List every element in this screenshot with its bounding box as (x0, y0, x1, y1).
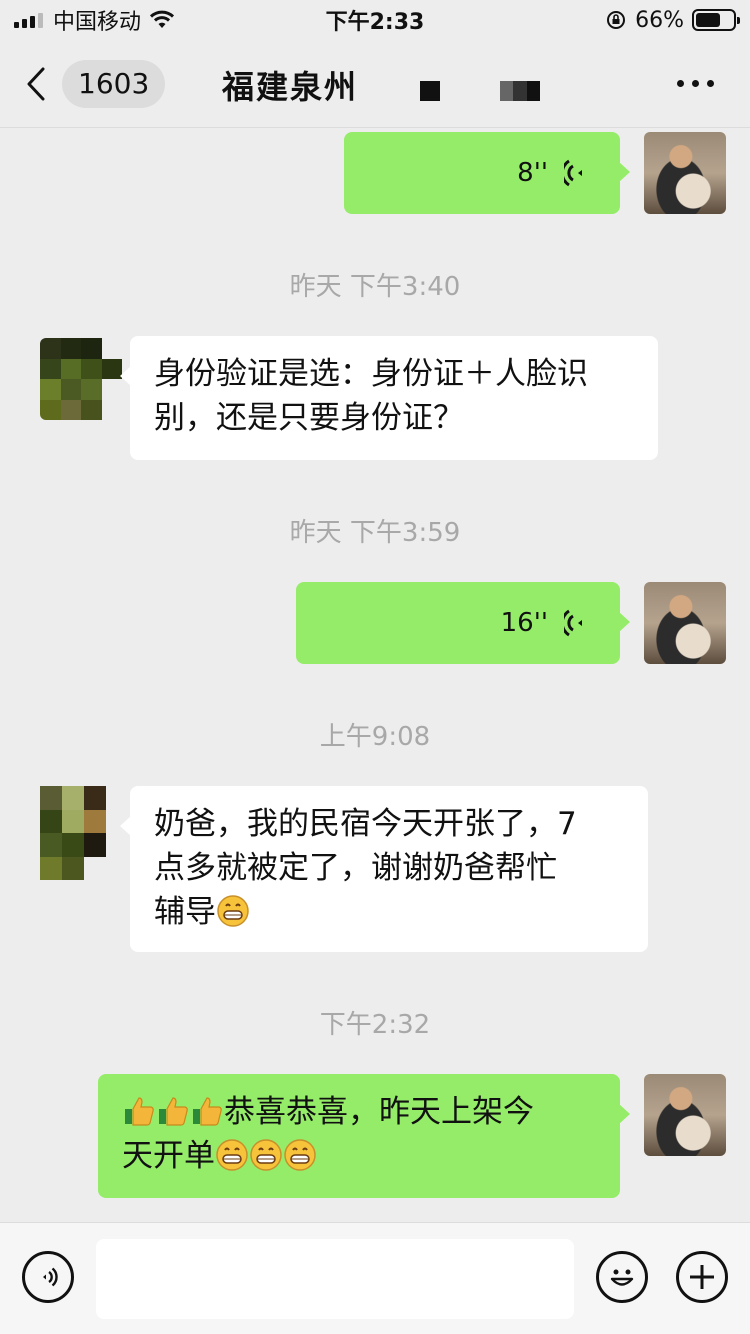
text-message[interactable]: 身份验证是选：身份证＋人脸识 别，还是只要身份证？ (120, 336, 658, 460)
unread-count-badge[interactable]: 1603 (62, 59, 166, 108)
message-line: 点多就被定了，谢谢奶爸帮忙 (154, 850, 557, 886)
input-toolbar (0, 1222, 750, 1334)
message-line: 天开单 (122, 1138, 215, 1174)
back-button[interactable] (26, 64, 62, 104)
status-bar: 中国移动 下午2:33 66% (0, 0, 750, 40)
status-time: 下午2:33 (325, 10, 425, 35)
voice-message[interactable]: 16'' (296, 582, 630, 664)
redacted-block (420, 81, 440, 101)
voice-wave-icon (564, 609, 582, 637)
voice-wave-icon (564, 159, 582, 187)
message-timestamp: 上午9:08 (319, 722, 431, 752)
message-timestamp: 下午2:32 (319, 1010, 431, 1040)
thumbs-up-emoji-icon (125, 1097, 154, 1126)
pixelated-avatar-image (40, 786, 106, 880)
thumbs-up-emoji-icon (159, 1097, 188, 1126)
thumbs-up-emoji-icon (193, 1097, 222, 1126)
grin-emoji-icon (217, 895, 249, 927)
voice-duration: 8'' (517, 158, 548, 188)
text-message[interactable]: 奶爸，我的民宿今天开张了，7 点多就被定了，谢谢奶爸帮忙 辅导 (120, 786, 648, 952)
grin-emoji-icon (284, 1139, 316, 1171)
voice-duration: 16'' (500, 608, 548, 638)
message-input[interactable] (96, 1239, 574, 1319)
my-avatar[interactable] (644, 582, 726, 664)
text-message[interactable]: 恭喜恭喜，昨天上架今 天开单 (98, 1074, 630, 1198)
pixelated-avatar-image (40, 338, 122, 420)
emoji-button[interactable] (596, 1251, 648, 1303)
redacted-block (500, 81, 540, 101)
grin-emoji-icon (216, 1139, 248, 1171)
message-timestamp: 昨天 下午3:59 (289, 518, 461, 548)
voice-message[interactable]: 8'' (344, 132, 630, 214)
message-timestamp: 昨天 下午3:40 (289, 272, 461, 302)
my-avatar[interactable] (644, 132, 726, 214)
battery-icon (692, 9, 740, 31)
chevron-left-icon (27, 67, 45, 100)
more-options-button[interactable] (677, 80, 714, 87)
grin-emoji-icon (250, 1139, 282, 1171)
plus-icon (690, 1265, 714, 1289)
add-button[interactable] (676, 1251, 728, 1303)
chat-title: 福建泉州 (222, 68, 359, 106)
chat-header: 1603 福建泉州 (0, 40, 750, 128)
message-line: 恭喜恭喜，昨天上架今 (224, 1094, 534, 1130)
message-line: 奶爸，我的民宿今天开张了，7 (154, 806, 577, 842)
contact-avatar[interactable] (40, 338, 122, 420)
message-line: 别，还是只要身份证？ (154, 400, 464, 436)
message-line: 身份验证是选：身份证＋人脸识 (154, 356, 588, 392)
contact-avatar[interactable] (40, 786, 106, 880)
my-avatar[interactable] (644, 1074, 726, 1156)
voice-input-button[interactable] (22, 1251, 74, 1303)
voice-input-icon (43, 1267, 58, 1287)
smiley-icon (610, 1269, 634, 1286)
message-line: 辅导 (154, 894, 216, 930)
